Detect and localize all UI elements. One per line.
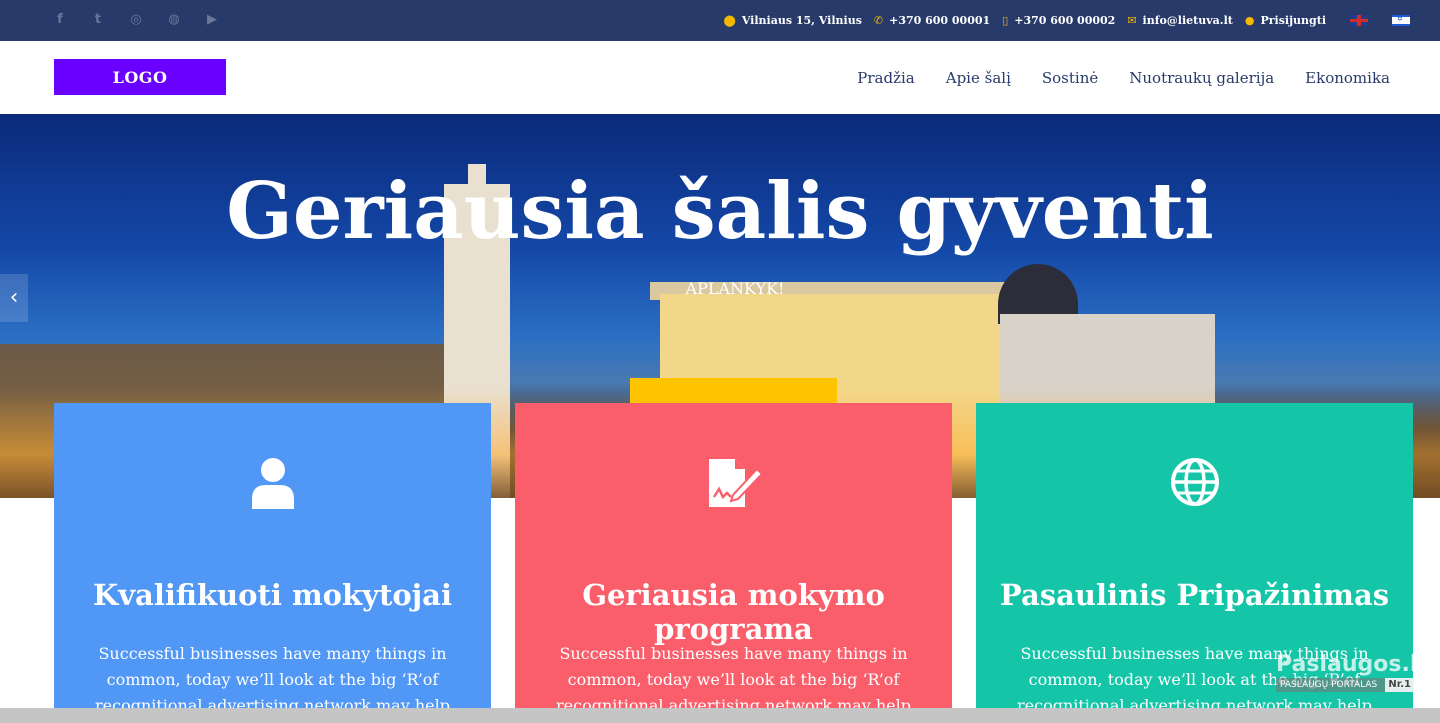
social-links: f t ◎ ◍ ▶ [50, 10, 222, 30]
email-text[interactable]: info@lietuva.lt [1143, 14, 1233, 27]
top-bar: f t ◎ ◍ ▶ ⬤ Vilniaus 15, Vilnius ✆ +370 … [0, 0, 1440, 41]
horizontal-scrollbar[interactable] [0, 708, 1440, 723]
globe-icon [976, 457, 1413, 513]
hero-title: Geriausia šalis gyventi [226, 166, 1214, 257]
slider-prev-arrow-icon[interactable]: ‹ [0, 274, 28, 322]
nav-item-galerija[interactable]: Nuotraukų galerija [1129, 69, 1274, 87]
feature-card-recognition: Pasaulinis Pripažinimas Successful busin… [976, 403, 1413, 708]
phone-icon: ✆ [873, 14, 884, 27]
login-item[interactable]: ● Prisijungti [1245, 14, 1326, 27]
phone1-text[interactable]: +370 600 00001 [889, 14, 990, 27]
user-icon [54, 457, 491, 513]
mobile-icon: ▯ [1002, 14, 1009, 27]
card-text: Successful businesses have many things i… [556, 644, 911, 708]
card-title: Geriausia mokymo programa [582, 578, 885, 646]
nav-item-sostine[interactable]: Sostinė [1042, 69, 1098, 87]
phone1-item[interactable]: ✆ +370 600 00001 [874, 14, 990, 27]
il-flag-icon[interactable] [1392, 15, 1410, 26]
feature-card-program: Geriausia mokymo programa Successful bus… [515, 403, 952, 708]
hero-subtitle[interactable]: APLANKYK! [0, 279, 1440, 298]
card-title: Kvalifikuoti mokytojai [92, 578, 452, 612]
facebook-icon[interactable]: f [50, 10, 70, 30]
nav-item-pradzia[interactable]: Pradžia [857, 69, 914, 87]
email-item[interactable]: ✉ info@lietuva.lt [1127, 14, 1233, 27]
card-text: Successful businesses have many things i… [1017, 644, 1372, 708]
nav-item-apie-sali[interactable]: Apie šalį [946, 69, 1011, 87]
user-small-icon: ● [1244, 14, 1255, 27]
github-icon[interactable]: ◎ [126, 10, 146, 30]
main-nav: Pradžia Apie šalį Sostinė Nuotraukų gale… [857, 41, 1390, 114]
card-text: Successful businesses have many things i… [95, 644, 450, 708]
phone2-item[interactable]: ▯ +370 600 00002 [1002, 14, 1115, 27]
phone2-text[interactable]: +370 600 00002 [1014, 14, 1115, 27]
en-flag-icon[interactable] [1350, 15, 1368, 26]
login-link[interactable]: Prisijungti [1260, 14, 1326, 27]
site-header: LOGO Pradžia Apie šalį Sostinė Nuotraukų… [0, 41, 1440, 114]
youtube-icon[interactable]: ▶ [202, 10, 222, 30]
address-item: ⬤ Vilniaus 15, Vilnius [724, 14, 862, 27]
logo[interactable]: LOGO [54, 59, 226, 95]
envelope-icon: ✉ [1127, 14, 1137, 27]
card-title: Pasaulinis Pripažinimas [999, 578, 1390, 612]
contact-info: ⬤ Vilniaus 15, Vilnius ✆ +370 600 00001 … [724, 0, 1410, 41]
dribbble-icon[interactable]: ◍ [164, 10, 184, 30]
feature-card-teachers: Kvalifikuoti mokytojai Successful busine… [54, 403, 491, 708]
twitter-icon[interactable]: t [88, 10, 108, 30]
location-pin-icon: ⬤ [723, 14, 736, 27]
hero-accent-bar [630, 378, 837, 403]
address-text: Vilniaus 15, Vilnius [741, 14, 862, 27]
document-signature-icon [515, 457, 952, 513]
nav-item-ekonomika[interactable]: Ekonomika [1305, 69, 1390, 87]
